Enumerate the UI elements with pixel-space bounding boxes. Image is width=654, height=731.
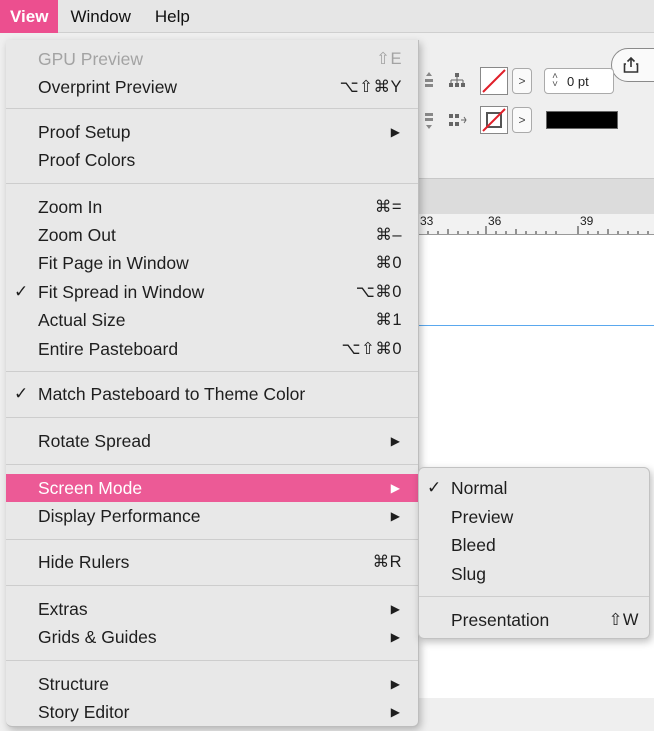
menubar-window[interactable]: Window <box>58 0 142 33</box>
share-icon <box>623 56 639 73</box>
submenu-arrow-icon: ▶ <box>390 125 400 139</box>
guide-line <box>418 325 654 326</box>
menu-separator <box>6 417 418 418</box>
menu-item-story-editor[interactable]: Story Editor ▶ <box>6 698 418 726</box>
stroke-weight-field[interactable]: ˄ ˅ 0 pt <box>544 68 614 94</box>
menu-separator <box>6 183 418 184</box>
submenu-arrow-icon: ▶ <box>390 677 400 691</box>
menu-separator <box>6 660 418 661</box>
menu-item-screen-mode[interactable]: Screen Mode ▶ <box>6 474 418 502</box>
submenu-arrow-icon: ▶ <box>390 602 400 616</box>
menu-item-entire-pasteboard[interactable]: Entire Pasteboard ⌥⇧⌘0 <box>6 335 418 363</box>
submenu-item-preview[interactable]: Preview <box>419 503 649 531</box>
menu-separator <box>6 108 418 109</box>
submenu-item-presentation[interactable]: Presentation ⇧W <box>419 606 649 634</box>
stroke-dropdown-button[interactable]: > <box>512 107 532 133</box>
menu-separator <box>6 585 418 586</box>
menu-separator <box>6 539 418 540</box>
menu-separator <box>6 371 418 372</box>
submenu-item-bleed[interactable]: Bleed <box>419 531 649 559</box>
menu-item-zoom-out[interactable]: Zoom Out ⌘– <box>6 221 418 249</box>
menu-item-rotate-spread[interactable]: Rotate Spread ▶ <box>6 427 418 455</box>
view-menu: GPU Preview ⇧E Overprint Preview ⌥⇧⌘Y Pr… <box>6 40 419 727</box>
checkmark-icon: ✓ <box>14 282 29 301</box>
stroke-weight-value: 0 pt <box>567 73 589 89</box>
hierarchy-right-icon[interactable] <box>446 109 468 131</box>
menu-item-display-performance[interactable]: Display Performance ▶ <box>6 502 418 530</box>
checkmark-icon: ✓ <box>14 384 29 403</box>
align-distribute-icon[interactable] <box>418 70 440 92</box>
menu-item-hide-rulers[interactable]: Hide Rulers ⌘R <box>6 548 418 576</box>
menu-item-extras[interactable]: Extras ▶ <box>6 595 418 623</box>
menubar-view[interactable]: View <box>0 0 59 33</box>
menu-separator <box>6 464 418 465</box>
stroke-style-preview[interactable] <box>546 111 618 129</box>
menu-item-fit-page[interactable]: Fit Page in Window ⌘0 <box>6 249 418 277</box>
screen-mode-submenu: ✓ Normal Preview Bleed Slug Presentation… <box>418 467 650 639</box>
menubar-help[interactable]: Help <box>143 0 202 33</box>
menu-item-zoom-in[interactable]: Zoom In ⌘= <box>6 193 418 221</box>
submenu-arrow-icon: ▶ <box>390 509 400 523</box>
menu-item-fit-spread[interactable]: ✓ Fit Spread in Window ⌥⌘0 <box>6 278 418 306</box>
stroke-swatch[interactable] <box>480 106 508 134</box>
menu-item-proof-setup[interactable]: Proof Setup ▶ <box>6 118 418 146</box>
stroke-none-swatch-icon <box>482 108 506 132</box>
menu-item-overprint-preview[interactable]: Overprint Preview ⌥⇧⌘Y <box>6 73 418 101</box>
fill-dropdown-button[interactable]: > <box>512 68 532 94</box>
submenu-arrow-icon: ▶ <box>390 481 400 495</box>
menu-item-proof-colors[interactable]: Proof Colors <box>6 146 418 174</box>
submenu-arrow-icon: ▶ <box>390 630 400 644</box>
submenu-arrow-icon: ▶ <box>390 434 400 448</box>
stepper-icon[interactable]: ˄ ˅ <box>547 72 563 90</box>
menu-item-match-pasteboard[interactable]: ✓ Match Pasteboard to Theme Color <box>6 380 418 408</box>
menu-item-actual-size[interactable]: Actual Size ⌘1 <box>6 306 418 334</box>
menu-item-grids-guides[interactable]: Grids & Guides ▶ <box>6 623 418 651</box>
submenu-item-normal[interactable]: ✓ Normal <box>419 474 649 502</box>
control-row-1: > ˄ ˅ 0 pt <box>418 66 614 96</box>
checkmark-icon: ✓ <box>427 478 442 497</box>
align-vertical-icon[interactable] <box>418 109 440 131</box>
horizontal-ruler[interactable]: 33 36 39 <box>418 214 654 235</box>
control-row-2: > <box>418 105 618 135</box>
share-button[interactable] <box>611 48 654 82</box>
menu-bar: View Window Help <box>0 0 654 33</box>
none-swatch-icon <box>482 69 506 93</box>
hierarchy-left-icon[interactable] <box>446 70 468 92</box>
ruler-ticks <box>418 226 649 234</box>
menu-item-gpu-preview: GPU Preview ⇧E <box>38 49 402 69</box>
submenu-item-slug[interactable]: Slug <box>419 560 649 588</box>
tab-bar <box>418 178 654 215</box>
fill-swatch[interactable] <box>480 67 508 95</box>
menu-separator <box>419 596 649 597</box>
menu-item-structure[interactable]: Structure ▶ <box>6 670 418 698</box>
submenu-arrow-icon: ▶ <box>390 705 400 719</box>
